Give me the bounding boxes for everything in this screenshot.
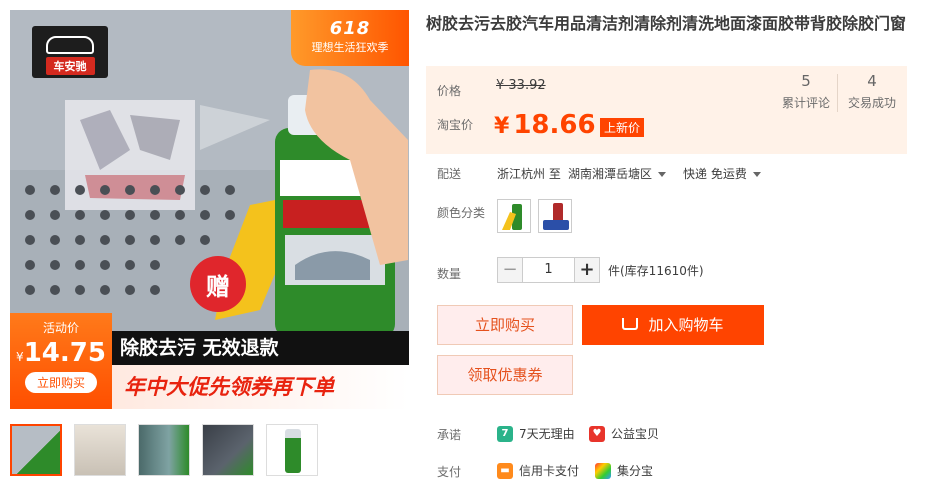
stock-info: 件(库存11610件) bbox=[608, 263, 704, 278]
quantity-label: 数量 bbox=[437, 267, 462, 281]
taobao-price-label: 淘宝价 bbox=[437, 118, 474, 132]
deals-count: 4 bbox=[867, 72, 877, 90]
thumbnail-strip bbox=[10, 424, 410, 476]
brand-logo: 车安驰 bbox=[32, 26, 108, 78]
activity-price-box: 活动价 ¥14.75 立即购买 bbox=[10, 313, 112, 409]
activity-price: ¥14.75 bbox=[10, 338, 112, 368]
buy-now-button[interactable]: 立即购买 bbox=[437, 305, 573, 345]
chevron-down-icon bbox=[752, 172, 761, 177]
product-title: 树胶去污去胶汽车用品清洁剂清除剂清洗地面漆面胶带背胶除胶门窗 bbox=[426, 14, 907, 33]
price-currency: ¥ bbox=[494, 114, 510, 139]
shipping-label: 配送 bbox=[437, 167, 462, 181]
thumbnail-3[interactable] bbox=[138, 424, 190, 476]
jifenbao-icon bbox=[595, 462, 611, 479]
deals-label: 交易成功 bbox=[847, 96, 896, 110]
activity-currency: ¥ bbox=[16, 350, 24, 364]
promise-7day-text: 7天无理由 bbox=[519, 427, 575, 441]
quantity-increase-button[interactable]: + bbox=[574, 257, 600, 283]
promo-618-tag: 618 理想生活狂欢季 bbox=[291, 10, 409, 66]
price-panel: 价格 ¥ 33.92 淘宝价 ¥18.66 上新价 5 累计评论 4 交易成功 bbox=[426, 66, 907, 154]
taobao-price-value: 18.66 bbox=[513, 110, 596, 140]
shipping-method-text: 快递 免运费 bbox=[683, 167, 747, 181]
quantity-stepper: − 1 + 件(库存11610件) bbox=[497, 257, 704, 283]
thumbnail-1[interactable] bbox=[10, 424, 62, 476]
banner-guarantee: 除胶去污 无效退款 bbox=[112, 331, 409, 365]
credit-card-icon: ▬ bbox=[497, 462, 513, 479]
thumbnail-2[interactable] bbox=[74, 424, 126, 476]
price-label: 价格 bbox=[437, 84, 462, 98]
shipping-method[interactable]: 快递 免运费 bbox=[683, 165, 761, 182]
sku-label: 颜色分类 bbox=[437, 206, 486, 220]
payment-credit-card[interactable]: ▬ 信用卡支付 bbox=[497, 462, 579, 479]
reviews-count: 5 bbox=[801, 72, 811, 90]
chevron-down-icon bbox=[658, 172, 667, 177]
heart-icon: ♥ bbox=[589, 425, 605, 442]
gift-badge: 赠 bbox=[190, 256, 246, 312]
promise-7day[interactable]: 7 7天无理由 bbox=[497, 425, 575, 442]
new-price-tag: 上新价 bbox=[600, 118, 645, 137]
payment-label: 支付 bbox=[437, 465, 462, 479]
promise-charity[interactable]: ♥ 公益宝贝 bbox=[589, 425, 659, 442]
banner-sale: 年中大促先领券再下单 bbox=[112, 365, 409, 409]
activity-price-value: 14.75 bbox=[23, 338, 106, 368]
original-price: ¥ 33.92 bbox=[496, 78, 546, 93]
cart-icon bbox=[622, 317, 639, 330]
brand-name: 车安驰 bbox=[45, 57, 95, 75]
get-coupon-button[interactable]: 领取优惠券 bbox=[437, 355, 573, 395]
sku-2-thumbnail bbox=[539, 200, 571, 232]
quantity-decrease-button[interactable]: − bbox=[497, 257, 523, 283]
seven-day-icon: 7 bbox=[497, 425, 513, 442]
promise-charity-text: 公益宝贝 bbox=[611, 427, 660, 441]
deals-stat: 4 交易成功 bbox=[842, 72, 902, 111]
car-logo-icon bbox=[46, 36, 94, 54]
taobao-price: ¥18.66 bbox=[494, 110, 596, 140]
shipping-destination-text: 湖南湘潭岳塘区 bbox=[568, 167, 653, 181]
reviews-stat[interactable]: 5 累计评论 bbox=[776, 72, 836, 111]
promo-subtitle: 理想生活狂欢季 bbox=[311, 41, 389, 54]
promo-618-text: 618 bbox=[329, 18, 371, 39]
main-product-image[interactable]: 车安驰 618 理想生活狂欢季 赠 活动价 ¥14.75 立即购买 除胶去污 无… bbox=[10, 10, 409, 409]
add-to-cart-label: 加入购物车 bbox=[648, 316, 724, 334]
quantity-input[interactable]: 1 bbox=[523, 257, 574, 283]
shipping-destination[interactable]: 湖南湘潭岳塘区 bbox=[568, 165, 667, 182]
stat-divider bbox=[837, 74, 838, 112]
payment-jifenbao[interactable]: 集分宝 bbox=[595, 462, 653, 479]
payment-jifenbao-text: 集分宝 bbox=[617, 464, 654, 478]
shipping-from: 浙江杭州 至 bbox=[497, 167, 561, 181]
payment-credit-card-text: 信用卡支付 bbox=[519, 464, 580, 478]
activity-buy-button[interactable]: 立即购买 bbox=[24, 372, 97, 393]
promise-label: 承诺 bbox=[437, 428, 462, 442]
reviews-label: 累计评论 bbox=[781, 96, 830, 110]
activity-label: 活动价 bbox=[42, 321, 79, 335]
add-to-cart-button[interactable]: 加入购物车 bbox=[582, 305, 764, 345]
thumbnail-5[interactable] bbox=[266, 424, 318, 476]
sku-option-1[interactable] bbox=[497, 199, 531, 233]
sku-1-thumbnail bbox=[498, 200, 530, 232]
thumbnail-4[interactable] bbox=[202, 424, 254, 476]
sku-option-2[interactable] bbox=[538, 199, 572, 233]
